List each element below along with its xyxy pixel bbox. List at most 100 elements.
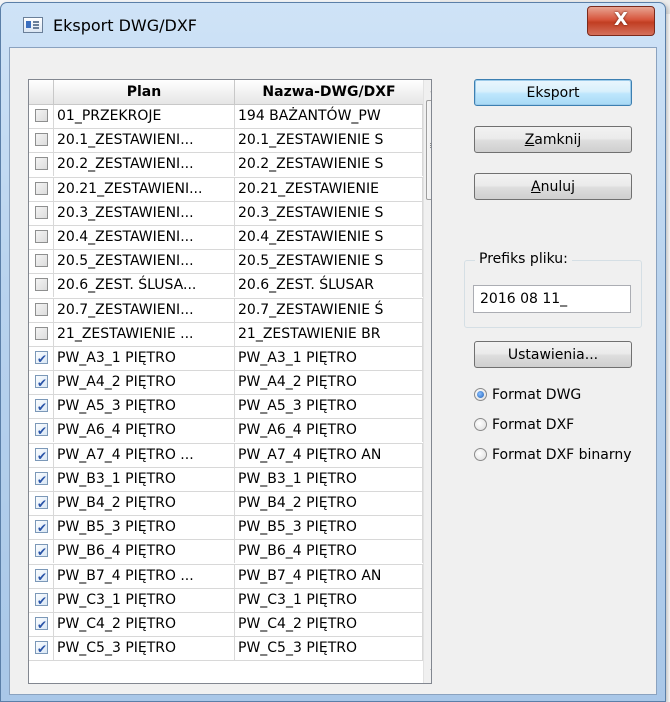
scroll-up-arrow-icon[interactable]: ▲ <box>424 80 432 98</box>
cancel-button[interactable]: Anuluj <box>474 173 632 200</box>
row-checkbox[interactable] <box>35 205 48 219</box>
row-checkbox[interactable] <box>35 590 48 612</box>
dwg-name-cell[interactable]: PW_C3_1 PIĘTRO <box>235 588 423 612</box>
table-row[interactable]: PW_A4_2 PIĘTROPW_A4_2 PIĘTRO <box>29 371 423 396</box>
dwg-name-cell[interactable]: 20.5_ZESTAWIENIE S <box>235 250 423 274</box>
plan-cell[interactable]: 20.7_ZESTAWIENI... <box>54 298 235 322</box>
dwg-name-cell[interactable]: 20.7_ZESTAWIENIE Ś <box>235 298 423 322</box>
table-row[interactable]: PW_A6_4 PIĘTROPW_A6_4 PIĘTRO <box>29 419 423 444</box>
row-checkbox[interactable] <box>35 157 48 171</box>
plan-cell[interactable]: PW_C4_2 PIĘTRO <box>54 612 235 636</box>
row-checkbox[interactable] <box>35 469 48 491</box>
row-checkbox[interactable] <box>35 254 48 268</box>
row-checkbox[interactable] <box>35 517 48 539</box>
dwg-name-cell[interactable]: PW_A7_4 PIĘTRO AN <box>235 443 423 467</box>
dwg-name-cell[interactable]: 21_ZESTAWIENIE BR <box>235 322 423 346</box>
settings-button[interactable]: Ustawienia... <box>474 341 632 368</box>
row-checkbox[interactable] <box>35 420 48 442</box>
dwg-name-cell[interactable]: PW_C4_2 PIĘTRO <box>235 612 423 636</box>
row-checkbox[interactable] <box>35 278 48 292</box>
row-checkbox[interactable] <box>35 181 48 195</box>
title-bar[interactable]: Eksport DWG/DXF X <box>1 3 665 47</box>
plan-cell[interactable]: PW_B4_2 PIĘTRO <box>54 492 235 515</box>
row-checkbox[interactable] <box>35 372 48 394</box>
row-checkbox[interactable] <box>35 348 48 370</box>
table-row[interactable]: 21_ZESTAWIENIE ... 21_ZESTAWIENIE BR <box>29 322 423 347</box>
plan-cell[interactable]: PW_A7_4 PIĘTRO ... <box>54 443 235 467</box>
plan-cell[interactable]: PW_C3_1 PIĘTRO <box>54 588 235 612</box>
dwg-name-cell[interactable]: 20.4_ZESTAWIENIE S <box>235 225 423 249</box>
table-row[interactable]: 20.3_ZESTAWIENI... 20.3_ZESTAWIENIE S <box>29 201 423 226</box>
table-row[interactable]: PW_B7_4 PIĘTRO ...PW_B7_4 PIĘTRO AN <box>29 564 423 589</box>
plan-cell[interactable]: 21_ZESTAWIENIE ... <box>54 322 235 346</box>
dwg-name-cell[interactable]: PW_C5_3 PIĘTRO <box>235 637 423 661</box>
table-row[interactable]: PW_C3_1 PIĘTROPW_C3_1 PIĘTRO <box>29 588 423 613</box>
row-checkbox[interactable] <box>35 638 48 660</box>
table-row[interactable]: PW_B4_2 PIĘTROPW_B4_2 PIĘTRO <box>29 492 423 517</box>
table-row[interactable]: PW_C5_3 PIĘTROPW_C5_3 PIĘTRO <box>29 637 423 662</box>
radio-dwg-indicator[interactable] <box>474 388 487 401</box>
table-row[interactable]: 01_PRZEKROJE 194 BAŻANTÓW_PW <box>29 105 423 130</box>
dwg-name-cell[interactable]: PW_A3_1 PIĘTRO <box>235 346 423 370</box>
plan-cell[interactable]: PW_A3_1 PIĘTRO <box>54 346 235 370</box>
radio-dxf-indicator[interactable] <box>474 418 487 431</box>
table-row[interactable]: 20.7_ZESTAWIENI... 20.7_ZESTAWIENIE Ś <box>29 298 423 323</box>
table-row[interactable]: PW_B5_3 PIĘTROPW_B5_3 PIĘTRO <box>29 516 423 541</box>
table-row[interactable]: 20.1_ZESTAWIENI... 20.1_ZESTAWIENIE S <box>29 129 423 154</box>
row-checkbox[interactable] <box>35 614 48 636</box>
dwg-name-cell[interactable]: 194 BAŻANTÓW_PW <box>235 105 423 128</box>
row-checkbox[interactable] <box>35 445 48 467</box>
plan-cell[interactable]: PW_B7_4 PIĘTRO ... <box>54 564 235 588</box>
plan-cell[interactable]: PW_B6_4 PIĘTRO <box>54 540 235 564</box>
dwg-name-cell[interactable]: PW_B5_3 PIĘTRO <box>235 516 423 540</box>
plan-cell[interactable]: PW_C5_3 PIĘTRO <box>54 637 235 661</box>
export-button[interactable]: Eksport <box>474 79 632 106</box>
close-window-button[interactable]: X <box>587 6 655 36</box>
plan-cell[interactable]: 20.4_ZESTAWIENI... <box>54 225 235 249</box>
dwg-name-cell[interactable]: PW_B4_2 PIĘTRO <box>235 492 423 515</box>
dwg-name-cell[interactable]: 20.21_ZESTAWIENIE <box>235 177 423 201</box>
dwg-name-cell[interactable]: PW_B7_4 PIĘTRO AN <box>235 564 423 588</box>
table-row[interactable]: PW_B6_4 PIĘTROPW_B6_4 PIĘTRO <box>29 540 423 565</box>
row-checkbox[interactable] <box>35 302 48 316</box>
dwg-name-cell[interactable]: 20.3_ZESTAWIENIE S <box>235 201 423 225</box>
table-row[interactable]: 20.2_ZESTAWIENI... 20.2_ZESTAWIENIE S <box>29 153 423 178</box>
table-row[interactable]: PW_B3_1 PIĘTROPW_B3_1 PIĘTRO <box>29 467 423 492</box>
row-checkbox[interactable] <box>35 566 48 588</box>
dwg-name-cell[interactable]: PW_B3_1 PIĘTRO <box>235 467 423 491</box>
plan-cell[interactable]: 01_PRZEKROJE <box>54 105 235 128</box>
table-row[interactable]: PW_A5_3 PIĘTROPW_A5_3 PIĘTRO <box>29 395 423 420</box>
column-header-plan[interactable]: Plan <box>54 80 235 104</box>
row-checkbox[interactable] <box>35 133 48 147</box>
row-checkbox[interactable] <box>35 109 48 122</box>
table-row[interactable]: PW_A7_4 PIĘTRO ...PW_A7_4 PIĘTRO AN <box>29 443 423 468</box>
plan-cell[interactable]: 20.2_ZESTAWIENI... <box>54 153 235 177</box>
table-row[interactable]: PW_C4_2 PIĘTROPW_C4_2 PIĘTRO <box>29 612 423 638</box>
row-checkbox[interactable] <box>35 541 48 563</box>
column-header-dwg-name[interactable]: Nazwa-DWG/DXF <box>235 80 424 104</box>
table-row[interactable]: 20.6_ZEST. ŚLUSA... 20.6_ZEST. ŚLUSAR <box>29 274 423 299</box>
scroll-down-arrow-icon[interactable]: ▼ <box>424 664 432 682</box>
plan-cell[interactable]: PW_B5_3 PIĘTRO <box>54 516 235 540</box>
plan-cell[interactable]: 20.6_ZEST. ŚLUSA... <box>54 274 235 298</box>
row-checkbox[interactable] <box>35 229 48 243</box>
row-checkbox[interactable] <box>35 493 48 515</box>
plan-cell[interactable]: PW_A5_3 PIĘTRO <box>54 395 235 419</box>
plan-cell[interactable]: 20.1_ZESTAWIENI... <box>54 129 235 153</box>
file-prefix-input[interactable]: 2016 08 11_ <box>473 285 631 313</box>
row-checkbox[interactable] <box>35 396 48 418</box>
plan-cell[interactable]: PW_A6_4 PIĘTRO <box>54 419 235 443</box>
plan-cell[interactable]: 20.21_ZESTAWIENI... <box>54 177 235 201</box>
dwg-name-cell[interactable]: PW_B6_4 PIĘTRO <box>235 540 423 564</box>
scrollbar-thumb[interactable] <box>426 100 431 200</box>
plan-cell[interactable]: 20.5_ZESTAWIENI... <box>54 250 235 274</box>
list-vertical-scrollbar[interactable]: ▲ ▼ <box>423 80 432 683</box>
table-row[interactable]: PW_A3_1 PIĘTROPW_A3_1 PIĘTRO <box>29 346 423 372</box>
dwg-name-cell[interactable]: 20.1_ZESTAWIENIE S <box>235 129 423 153</box>
dwg-name-cell[interactable]: 20.6_ZEST. ŚLUSAR <box>235 274 423 298</box>
plan-cell[interactable]: PW_B3_1 PIĘTRO <box>54 467 235 491</box>
table-row[interactable]: 20.4_ZESTAWIENI... 20.4_ZESTAWIENIE S <box>29 225 423 251</box>
close-button[interactable]: Zamknij <box>474 126 632 153</box>
table-row[interactable]: 20.5_ZESTAWIENI... 20.5_ZESTAWIENIE S <box>29 250 423 275</box>
plan-cell[interactable]: PW_A4_2 PIĘTRO <box>54 371 235 395</box>
